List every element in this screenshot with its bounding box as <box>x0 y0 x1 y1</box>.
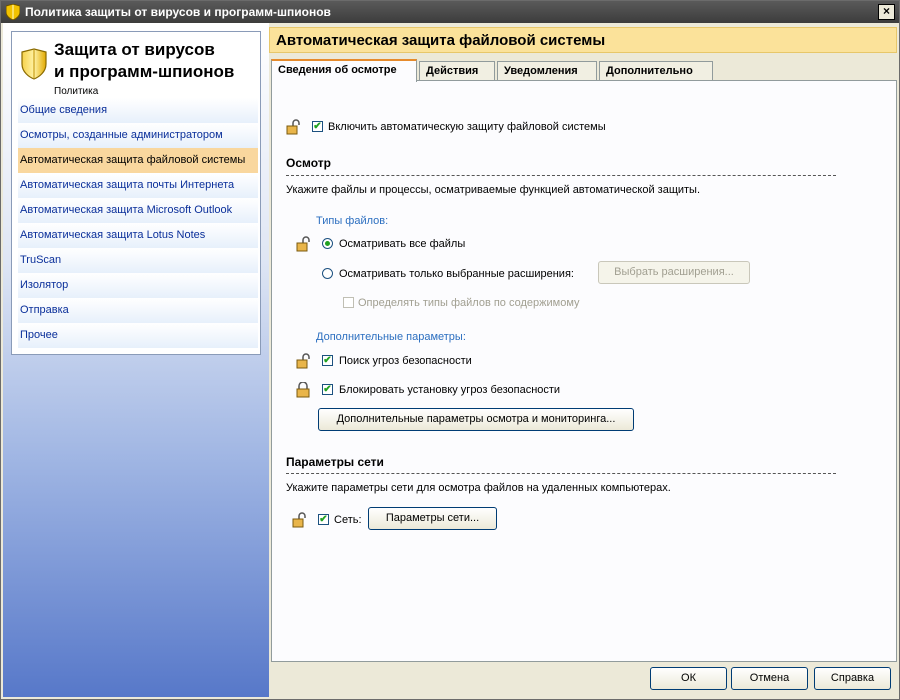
scan-selected-extensions-label: Осматривать только выбранные расширения: <box>339 268 574 280</box>
enable-autoprotect-label: Включить автоматическую защиту файловой … <box>328 121 606 133</box>
tab-actions[interactable]: Действия <box>419 61 495 81</box>
tab-advanced[interactable]: Дополнительно <box>599 61 713 81</box>
threat-search-label: Поиск угроз безопасности <box>339 355 472 367</box>
locked-padlock-icon[interactable] <box>296 382 310 398</box>
network-checkbox[interactable]: ✔ <box>318 514 329 525</box>
tab-notifications[interactable]: Уведомления <box>497 61 597 81</box>
detect-by-content-label: Определять типы файлов по содержимому <box>358 297 580 309</box>
network-section-divider <box>286 473 836 474</box>
network-label: Сеть: <box>334 514 362 526</box>
policy-window: Политика защиты от вирусов и программ-шп… <box>0 0 900 700</box>
network-settings-button[interactable]: Параметры сети... <box>368 507 497 530</box>
extra-params-label: Дополнительные параметры: <box>316 331 466 343</box>
dialog-footer: ОК Отмена Справка <box>269 663 899 699</box>
close-icon: × <box>882 4 890 18</box>
sidebar-item-outlook-autoprotect[interactable]: Автоматическая защита Microsoft Outlook <box>18 198 258 223</box>
scan-section-title: Осмотр <box>286 156 331 170</box>
unlocked-padlock-icon[interactable] <box>286 119 300 135</box>
sidebar-item-misc[interactable]: Прочее <box>18 323 258 348</box>
cancel-button[interactable]: Отмена <box>731 667 808 690</box>
unlocked-padlock-icon[interactable] <box>296 236 310 252</box>
help-button[interactable]: Справка <box>814 667 891 690</box>
scan-description: Укажите файлы и процессы, осматриваемые … <box>286 184 701 196</box>
sidebar-item-lotus-notes-autoprotect[interactable]: Автоматическая защита Lotus Notes <box>18 223 258 248</box>
title-bar: Политика защиты от вирусов и программ-шп… <box>1 1 899 23</box>
advanced-scan-monitoring-button[interactable]: Дополнительные параметры осмотра и монит… <box>318 408 634 431</box>
shield-logo-icon <box>21 48 47 80</box>
brand-title-line1: Защита от вирусов <box>54 40 215 59</box>
sidebar-item-overview[interactable]: Общие сведения <box>18 98 258 123</box>
sidebar-item-file-system-autoprotect[interactable]: Автоматическая защита файловой системы <box>18 148 258 173</box>
scan-all-files-radio[interactable] <box>322 238 333 249</box>
window-title: Политика защиты от вирусов и программ-шп… <box>25 5 331 19</box>
sidebar-item-admin-scans[interactable]: Осмотры, созданные администратором <box>18 123 258 148</box>
nav-list: Общие сведения Осмотры, созданные админи… <box>18 98 258 348</box>
brand-title-line2: и программ-шпионов <box>54 62 235 81</box>
threat-search-checkbox[interactable]: ✔ <box>322 355 333 366</box>
unlocked-padlock-icon[interactable] <box>292 512 306 528</box>
scan-all-files-label: Осматривать все файлы <box>339 238 466 250</box>
network-section-title: Параметры сети <box>286 455 384 469</box>
tab-scan-details[interactable]: Сведения об осмотре <box>271 59 417 82</box>
detect-by-content-checkbox[interactable] <box>343 297 354 308</box>
page-header: Автоматическая защита файловой системы <box>269 27 897 53</box>
left-pane: Защита от вирусов и программ-шпионов Пол… <box>3 23 269 697</box>
main-pane: Автоматическая защита файловой системы С… <box>269 23 899 663</box>
unlocked-padlock-icon[interactable] <box>296 353 310 369</box>
close-button[interactable]: × <box>878 4 895 20</box>
tab-panel-scan-details: ✔ Включить автоматическую защиту файлово… <box>271 80 897 662</box>
navigation-panel: Защита от вирусов и программ-шпионов Пол… <box>11 31 261 355</box>
page-title: Автоматическая защита файловой системы <box>276 32 606 49</box>
scan-selected-extensions-radio[interactable] <box>322 268 333 279</box>
sidebar-item-submission[interactable]: Отправка <box>18 298 258 323</box>
sidebar-item-internet-email-autoprotect[interactable]: Автоматическая защита почты Интернета <box>18 173 258 198</box>
shield-icon <box>6 4 20 20</box>
enable-autoprotect-checkbox[interactable]: ✔ <box>312 121 323 132</box>
network-description: Укажите параметры сети для осмотра файло… <box>286 482 671 494</box>
sidebar-item-truscan[interactable]: TruScan <box>18 248 258 273</box>
brand-title: Защита от вирусов и программ-шпионов <box>54 39 234 83</box>
ok-button[interactable]: ОК <box>650 667 727 690</box>
sidebar-item-quarantine[interactable]: Изолятор <box>18 273 258 298</box>
choose-extensions-button[interactable]: Выбрать расширения... <box>598 261 750 284</box>
brand-subtitle: Политика <box>54 86 99 97</box>
scan-section-divider <box>286 175 836 176</box>
file-types-label: Типы файлов: <box>316 215 389 227</box>
block-install-label: Блокировать установку угроз безопасности <box>339 384 561 396</box>
block-install-checkbox[interactable]: ✔ <box>322 384 333 395</box>
